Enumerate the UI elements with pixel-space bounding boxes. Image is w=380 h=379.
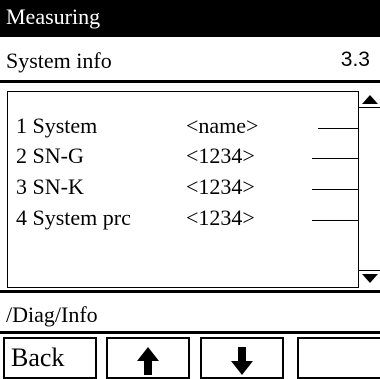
scrollbar[interactable] — [358, 91, 380, 288]
softkey-4-button[interactable] — [297, 337, 380, 379]
breadcrumb: /Diag/Info — [0, 290, 380, 334]
list-item-value: <1234> — [186, 174, 255, 199]
list-item-label: 1 System — [16, 113, 98, 138]
arrow-down-icon — [231, 347, 253, 375]
scroll-divider — [359, 270, 380, 271]
list-item-value: <name> — [186, 113, 259, 138]
list-item-label: 2 SN-G — [16, 143, 84, 168]
scroll-down-icon[interactable] — [362, 274, 378, 283]
list-item-line — [312, 220, 359, 221]
breadcrumb-path: /Diag/Info — [6, 302, 98, 327]
page-number: 3.3 — [340, 48, 370, 71]
page-title: System info — [6, 48, 112, 73]
down-button[interactable] — [200, 337, 284, 379]
list-item[interactable]: 1 System <name> — [8, 113, 359, 143]
list-item-line — [312, 158, 359, 159]
list-item-label: 4 System prc — [16, 205, 131, 230]
up-button[interactable] — [106, 337, 190, 379]
info-list: 1 System <name> 2 SN-G <1234> 3 SN-K <12… — [7, 91, 380, 288]
window-title: Measuring — [6, 4, 101, 29]
list-item[interactable]: 4 System prc <1234> — [8, 205, 359, 235]
sub-header: System info 3.3 — [0, 37, 380, 83]
list-item-line — [318, 128, 359, 129]
list-item-label: 3 SN-K — [16, 174, 84, 199]
list-item-value: <1234> — [186, 205, 255, 230]
list-item-value: <1234> — [186, 143, 255, 168]
scroll-divider — [359, 107, 380, 108]
back-button[interactable]: Back — [3, 337, 97, 379]
title-bar: Measuring — [0, 0, 380, 37]
list-item[interactable]: 3 SN-K <1234> — [8, 174, 359, 204]
back-button-label: Back — [11, 343, 65, 372]
list-item-line — [312, 189, 359, 190]
list-item[interactable]: 2 SN-G <1234> — [8, 143, 359, 173]
arrow-up-icon — [137, 347, 159, 375]
scroll-up-icon[interactable] — [362, 95, 378, 104]
